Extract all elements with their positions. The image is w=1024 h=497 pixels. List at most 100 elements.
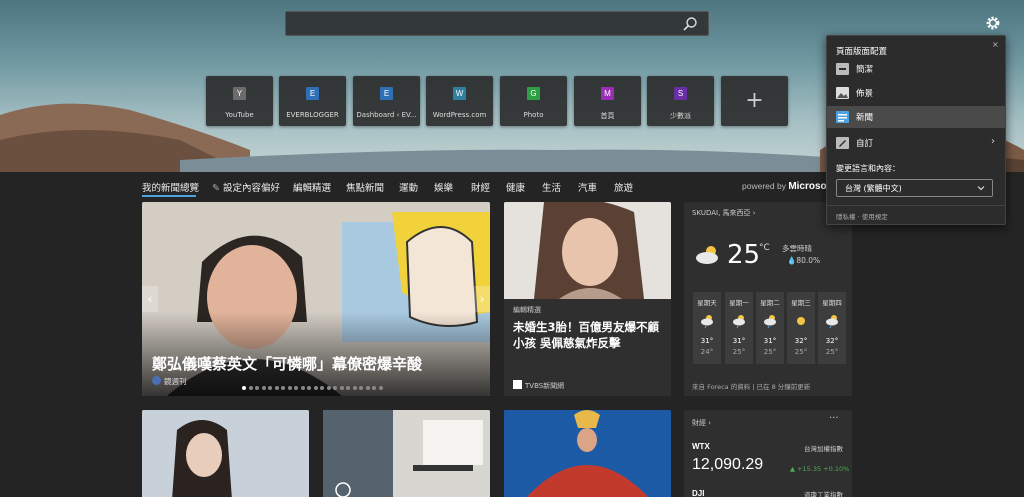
more-options-button[interactable]: ··· (829, 413, 839, 424)
cloud-sun-icon (696, 246, 718, 264)
carousel-dot[interactable] (339, 386, 344, 390)
nav-item-sports[interactable]: 運動 (399, 180, 418, 194)
source-logo-icon (513, 380, 522, 389)
forecast-low: 25° (794, 348, 808, 356)
forecast-low: 24° (700, 348, 714, 356)
story-source: TVBS新聞網 (513, 380, 564, 391)
quick-link-tile[interactable]: Y YouTube (206, 76, 273, 126)
quick-link-tile[interactable]: E EVERBLOGGER (279, 76, 346, 126)
close-icon[interactable]: × (992, 40, 999, 49)
search-box[interactable] (285, 11, 709, 36)
nav-item-health[interactable]: 健康 (506, 180, 525, 194)
quick-link-tile[interactable]: E Dashboard ‹ EV... (353, 76, 420, 126)
source-logo-icon (152, 376, 161, 385)
carousel-dot[interactable] (294, 386, 298, 390)
forecast-high: 31° (732, 337, 746, 345)
forecast-high: 31° (763, 337, 777, 345)
carousel-dot[interactable] (378, 386, 383, 390)
current-temperature: 25 (727, 240, 761, 270)
carousel-prev-button[interactable]: ‹ (142, 286, 158, 312)
panel-title: 頁面版面配置 (836, 47, 888, 57)
forecast-day[interactable]: 星期二 31° 25° (756, 292, 784, 364)
nav-item-autos[interactable]: 汽車 (578, 180, 597, 194)
carousel-dot[interactable] (372, 386, 376, 390)
site-favicon-icon: Y (233, 87, 246, 100)
layout-option-inspirational[interactable]: 佈景 (827, 82, 1005, 104)
forecast-day[interactable]: 星期三 32° 25° (787, 292, 815, 364)
forecast-day-name: 星期三 (791, 299, 811, 307)
site-favicon-icon: G (527, 87, 540, 100)
quick-link-tile[interactable]: M 首頁 (574, 76, 641, 126)
quick-link-label: Dashboard ‹ EV... (356, 111, 417, 119)
language-select[interactable]: 台灣 (繁體中文) (836, 179, 993, 197)
forecast-day-name: 星期一 (729, 299, 749, 307)
nav-item-entertainment[interactable]: 娛樂 (434, 180, 453, 194)
layout-option-custom[interactable]: 自訂 › (827, 132, 1005, 154)
carousel-dot[interactable] (248, 386, 253, 390)
nav-item-finance[interactable]: 財經 (471, 180, 490, 194)
story-card-image[interactable] (323, 410, 490, 497)
nav-item-my-feed[interactable]: 我的新聞總覽 (142, 180, 199, 194)
carousel-dot[interactable] (281, 386, 285, 390)
carousel-dot[interactable] (300, 386, 305, 390)
forecast-day-name: 星期天 (697, 299, 717, 307)
forecast-day-name: 星期二 (760, 299, 780, 307)
carousel-dot[interactable] (346, 386, 350, 390)
carousel-dot[interactable] (307, 386, 311, 390)
nav-item-lifestyle[interactable]: 生活 (542, 180, 561, 194)
forecast-day[interactable]: 星期天 31° 24° (693, 292, 721, 364)
carousel-dot[interactable] (287, 386, 292, 390)
carousel-dot[interactable] (365, 386, 370, 390)
search-input[interactable] (294, 15, 674, 33)
stock-value: 12,090.29 (692, 456, 764, 473)
site-favicon-icon: E (306, 87, 319, 100)
gear-icon[interactable] (984, 14, 1002, 32)
forecast-low: 25° (763, 348, 777, 356)
story-card-image[interactable] (142, 410, 309, 497)
forecast-day[interactable]: 星期四 32° 25° (818, 292, 846, 364)
carousel-dot[interactable] (352, 386, 357, 390)
stock-name: 台灣加權指數 (804, 445, 843, 453)
story-tag: 編輯精選 (513, 306, 541, 314)
stock-symbol[interactable]: DJI (692, 489, 704, 497)
news-icon (836, 111, 849, 123)
carousel-dot[interactable] (320, 386, 324, 390)
nav-item-top-stories[interactable]: 焦點新聞 (346, 180, 384, 194)
carousel-dot[interactable] (326, 386, 331, 390)
cloud-sun-rain-icon (701, 315, 713, 328)
story-card[interactable] (504, 202, 671, 396)
carousel-dot[interactable] (255, 386, 259, 390)
carousel-dot[interactable] (242, 386, 246, 390)
forecast-high: 32° (825, 337, 839, 345)
layout-option-focused[interactable]: 簡潔 (827, 58, 1005, 80)
hero-source: 鏡週刊 (152, 376, 187, 387)
carousel-dot[interactable] (268, 386, 272, 390)
carousel-next-button[interactable]: › (474, 286, 490, 312)
nav-item-travel[interactable]: 旅遊 (614, 180, 633, 194)
carousel-dot[interactable] (359, 386, 363, 390)
cloud-sun-rain-icon (733, 315, 745, 328)
story-card-image[interactable] (504, 410, 671, 497)
nav-item-editors-picks[interactable]: 編輯精選 (293, 180, 331, 194)
carousel-dot[interactable] (274, 386, 279, 390)
carousel-dot[interactable] (333, 386, 337, 390)
layout-option-informational[interactable]: 新聞 (827, 106, 1005, 128)
nav-item-personalize[interactable]: ✎ 設定內容偏好 (212, 180, 280, 194)
story-image (504, 410, 671, 497)
temperature-unit[interactable]: °C (759, 243, 770, 253)
quick-link-tile[interactable]: W WordPress.com (426, 76, 493, 126)
story-headline[interactable]: 未婚生3胎！百億男友爆不顧小孩 吳佩慈氣炸反擊 (513, 319, 663, 351)
add-quick-link-button[interactable]: + (721, 76, 788, 126)
privacy-terms-links[interactable]: 隱私權 · 使用規定 (836, 211, 888, 221)
stock-symbol[interactable]: WTX (692, 442, 710, 451)
quick-link-tile[interactable]: S 少數派 (647, 76, 714, 126)
forecast-day[interactable]: 星期一 31° 25° (725, 292, 753, 364)
carousel-dot[interactable] (261, 386, 266, 390)
search-icon[interactable] (682, 16, 698, 32)
weather-location[interactable]: SKUDAI, 馬來西亞 › (692, 208, 756, 218)
quick-link-label: Photo (523, 111, 544, 119)
quick-link-tile[interactable]: G Photo (500, 76, 567, 126)
carousel-dot[interactable] (313, 386, 318, 390)
hero-headline[interactable]: 鄭弘儀嘆蔡英文「可憐哪」幕僚密爆辛酸 (152, 353, 422, 374)
finance-title[interactable]: 財經 › (692, 418, 711, 428)
